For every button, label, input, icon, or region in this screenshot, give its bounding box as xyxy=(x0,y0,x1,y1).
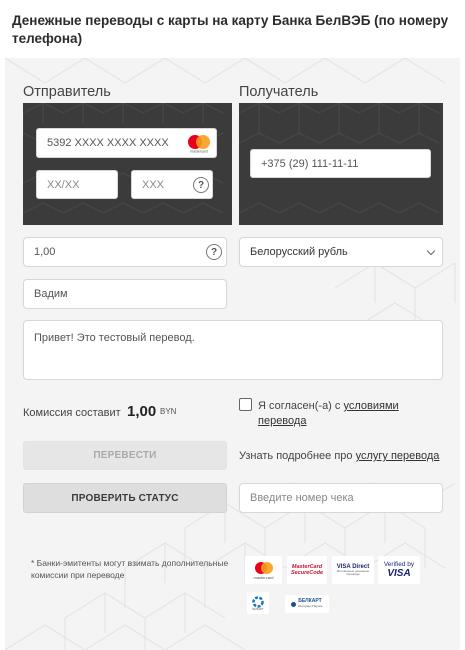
more-info-prefix: Узнать подробнее про xyxy=(239,450,356,462)
name-field[interactable]: Вадим xyxy=(23,279,227,309)
more-info-text: Узнать подробнее про услугу перевода xyxy=(239,450,439,462)
mastercard-badge-text: mastercard xyxy=(253,574,274,580)
check-number-placeholder: Введите номер чека xyxy=(250,492,354,504)
currency-selected: Белорусский рубль xyxy=(250,246,348,258)
mastercard-icon: mastercard xyxy=(188,135,210,154)
more-info-link[interactable]: услугу перевода xyxy=(356,450,440,462)
message-field[interactable]: Привет! Это тестовый перевод. xyxy=(23,320,443,380)
page-title: Денежные переводы с карты на карту Банка… xyxy=(12,13,449,46)
check-status-button[interactable]: ПРОВЕРИТЬ СТАТУС xyxy=(23,483,227,513)
belkart-small-text: БЕЛКАРТ xyxy=(252,607,264,611)
belkart-mark xyxy=(291,601,297,607)
commission-currency: BYN xyxy=(160,407,177,416)
securecode-badge: MasterCard SecureCode xyxy=(287,556,327,584)
mastercard-badge: mastercard xyxy=(245,556,282,584)
agreement-checkbox[interactable] xyxy=(239,398,252,411)
visa-direct-sub: Мгновенные денежные переводы xyxy=(336,568,370,576)
sender-card xyxy=(23,103,232,225)
belkart-password-badge: БЕЛКАРТ Интернет-Пароль xyxy=(285,595,329,613)
verified-by-visa-badge: Verified by VISA xyxy=(378,556,420,584)
agreement-link-terms[interactable]: условиями xyxy=(343,400,398,412)
phone-field[interactable]: +375 (29) 111-11-11 xyxy=(250,149,431,178)
transfer-form-panel: Отправитель 5392 XXXX XXXX XXXX masterca… xyxy=(5,58,460,650)
amount-help-icon[interactable]: ? xyxy=(206,244,222,260)
verified-line1: Verified by xyxy=(383,561,415,568)
agreement-prefix: Я согласен(-а) с xyxy=(258,400,344,412)
belkart-sub: Интернет-Пароль xyxy=(298,604,323,608)
mastercard-badge-icon xyxy=(254,561,273,574)
expiry-field[interactable]: XX/XX xyxy=(36,170,118,199)
name-value: Вадим xyxy=(34,288,68,300)
commission-amount: 1,00 xyxy=(127,403,157,420)
visa-direct-badge: VISA Direct Мгновенные денежные переводы xyxy=(332,556,374,584)
cvv-help-icon[interactable]: ? xyxy=(193,177,209,193)
footer-note: * Банки-эмитенты могут взимать дополните… xyxy=(31,557,231,581)
belkart-icon xyxy=(252,595,264,608)
check-number-input[interactable]: Введите номер чека xyxy=(239,483,443,513)
currency-select[interactable]: Белорусский рубль xyxy=(239,237,443,267)
cvv-placeholder: XXX xyxy=(142,178,165,191)
card-pattern xyxy=(23,103,224,214)
commission-label: Комиссия составит xyxy=(23,407,121,419)
receiver-label: Получатель xyxy=(239,84,319,100)
securecode-line2: SecureCode xyxy=(290,570,324,576)
verified-line2: VISA xyxy=(387,568,411,579)
belkart-icon-badge: БЕЛКАРТ xyxy=(247,592,269,614)
mastercard-icon-text: mastercard xyxy=(190,150,208,154)
footer-note-line1: * Банки-эмитенты могут взимать дополните… xyxy=(31,558,229,568)
amount-field[interactable]: 1,00 xyxy=(23,237,227,267)
amount-value: 1,00 xyxy=(34,246,56,258)
phone-value: +375 (29) 111-11-11 xyxy=(261,157,359,170)
sender-label: Отправитель xyxy=(23,84,111,100)
transfer-button[interactable]: ПЕРЕВЕСТИ xyxy=(23,441,227,470)
card-number-value: 5392 XXXX XXXX XXXX xyxy=(47,137,169,149)
message-value: Привет! Это тестовый перевод. xyxy=(34,332,195,344)
footer-note-line2: комиссии при переводе xyxy=(31,570,125,580)
agreement-text: Я согласен(-а) с условиями перевода xyxy=(258,399,438,429)
expiry-placeholder: XX/XX xyxy=(47,178,80,191)
agreement-link-transfer[interactable]: перевода xyxy=(258,415,306,427)
